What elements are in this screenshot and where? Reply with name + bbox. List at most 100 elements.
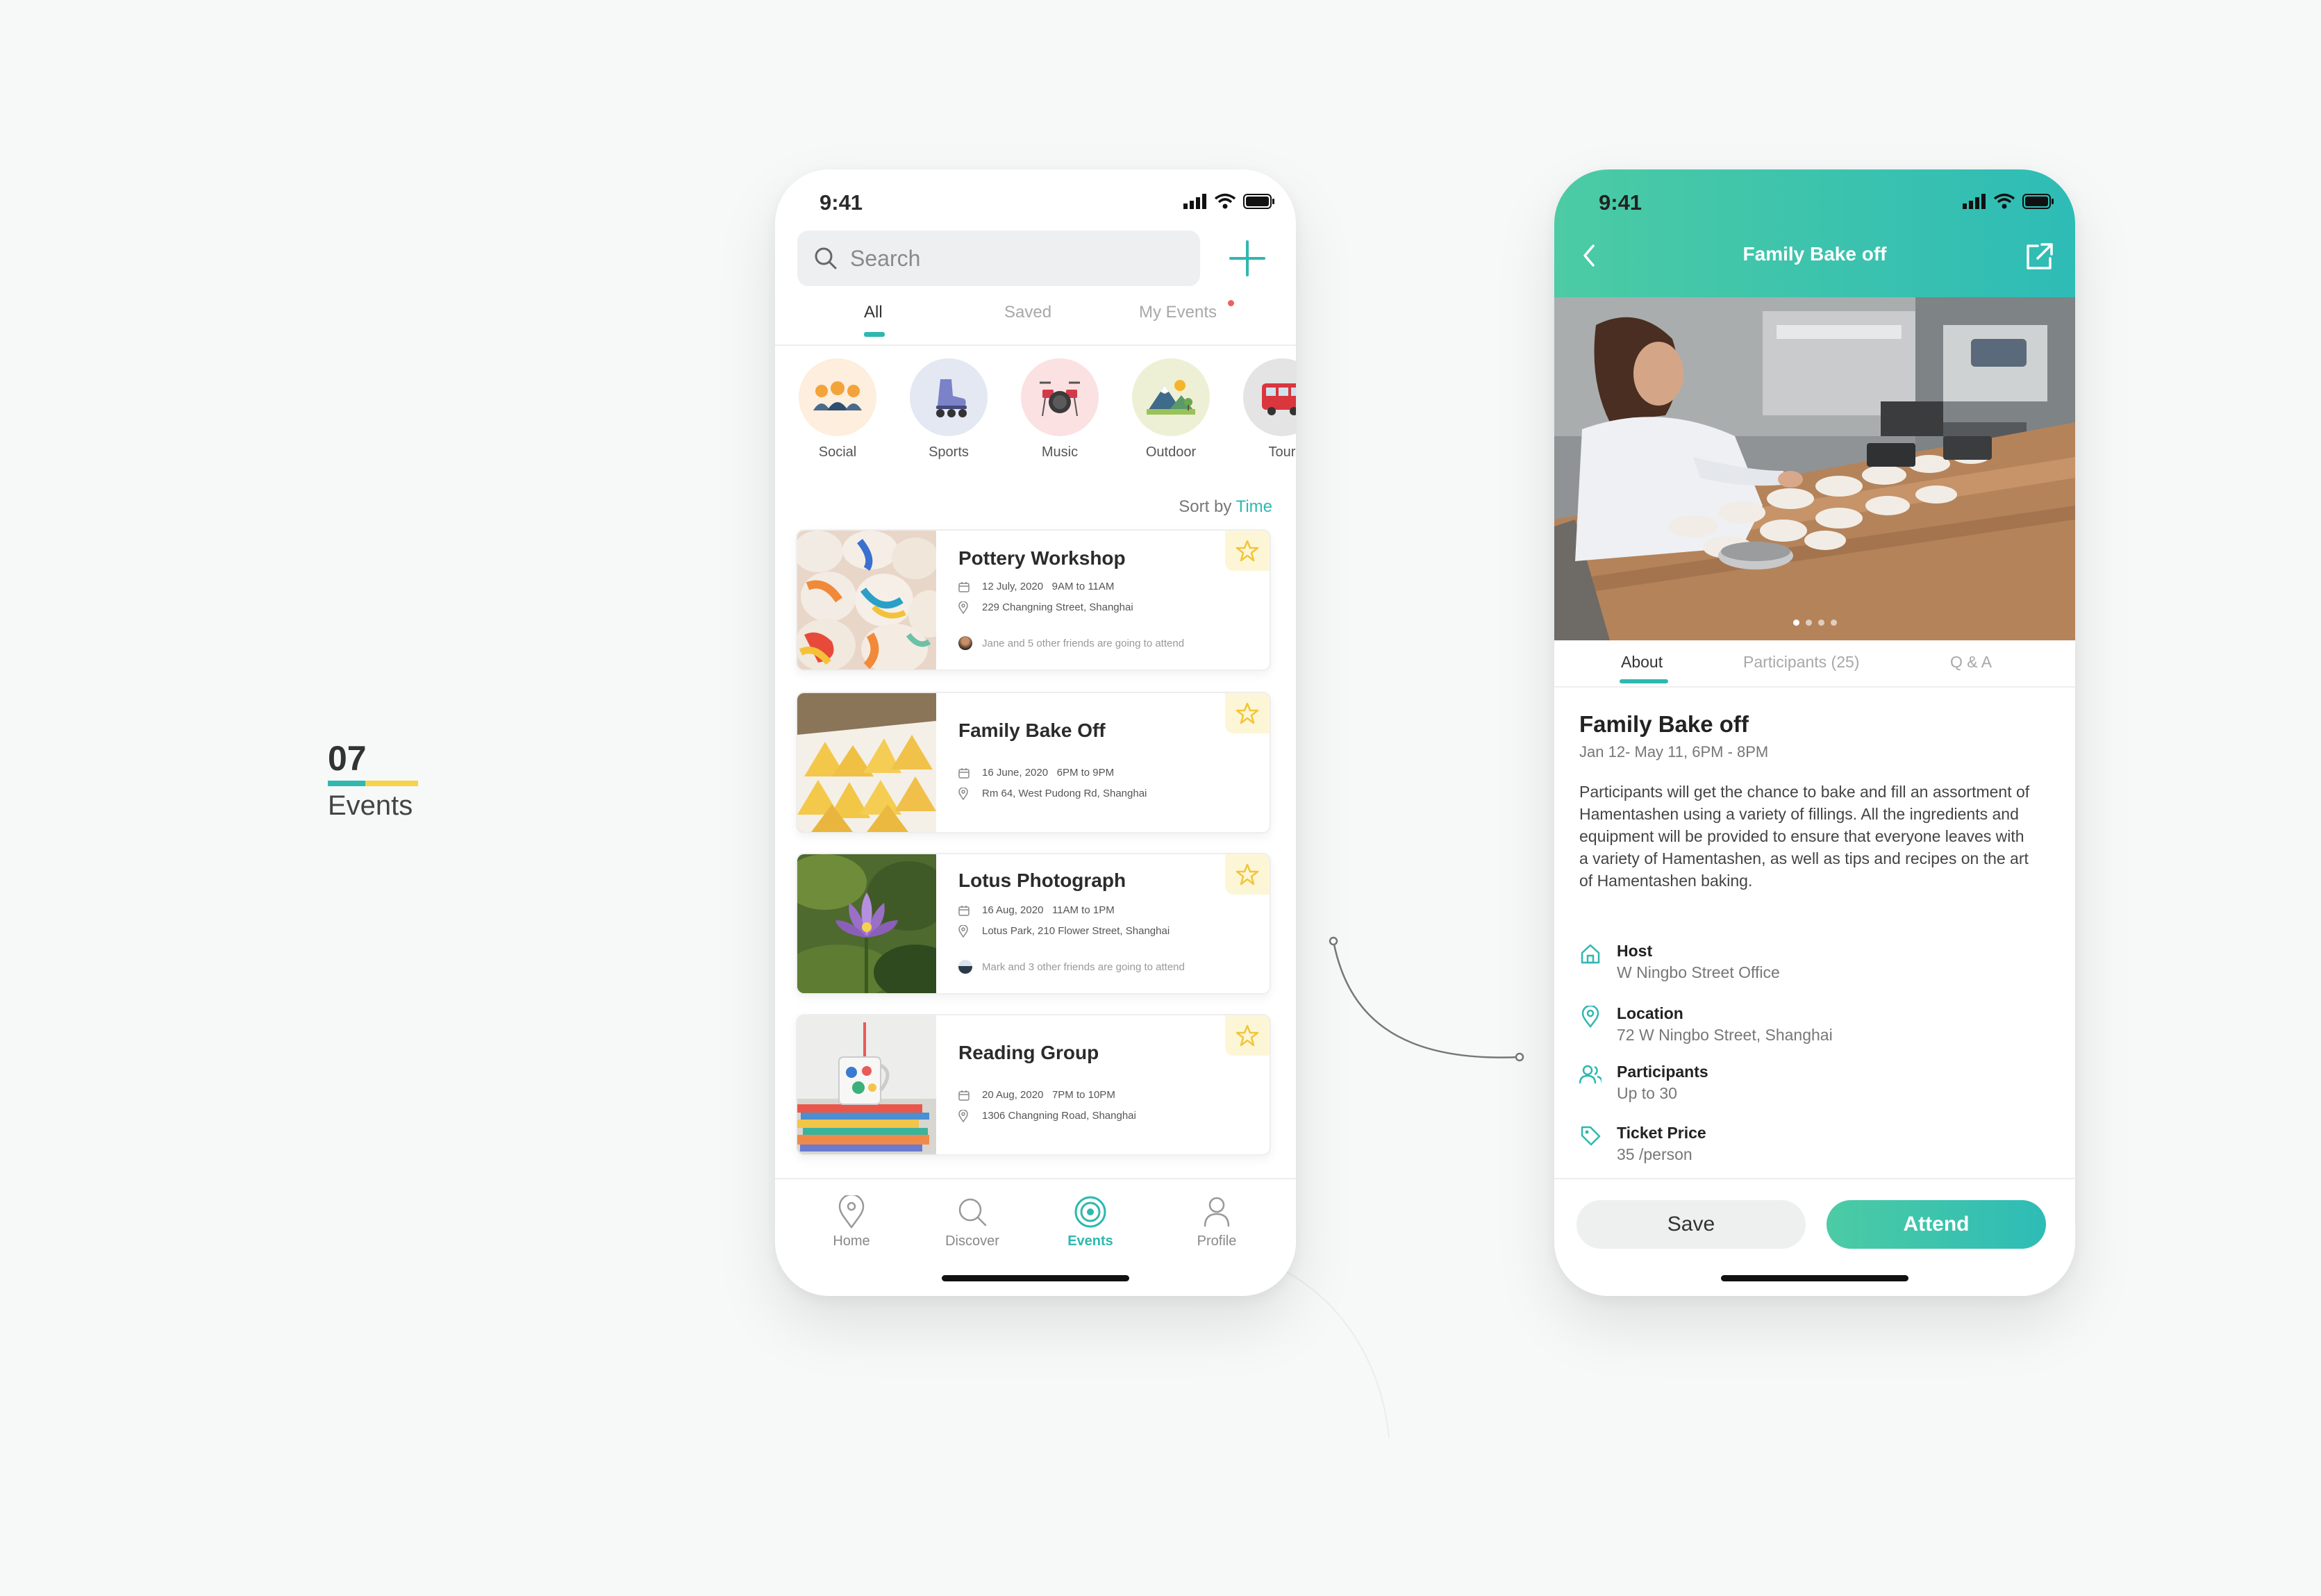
event-address: 1306 Changning Road, Shanghai [958,1109,1136,1122]
bus-icon [1243,358,1296,436]
category-outdoor[interactable]: Outdoor [1129,358,1213,460]
save-button[interactable]: Save [1577,1200,1806,1249]
plus-icon [1229,240,1265,276]
search-icon [814,247,838,270]
event-date-time: 20 Aug, 2020 7PM to 10PM [958,1089,1115,1101]
tab-participants[interactable]: Participants (25) [1743,653,1859,672]
event-date-time: 16 June, 2020 6PM to 9PM [958,767,1114,779]
search-input[interactable] [849,244,1171,272]
save-star-button[interactable] [1225,693,1270,733]
active-tab-indicator [1620,679,1668,683]
calendar-icon [958,905,972,916]
tab-all[interactable]: All [864,303,883,322]
notification-dot [1228,300,1234,306]
section-number: 07 [328,739,367,778]
event-card[interactable]: Reading Group 20 Aug, 2020 7PM to 10PM 1… [796,1014,1271,1156]
status-time: 9:41 [1599,190,1642,215]
save-star-button[interactable] [1225,531,1270,571]
star-icon [1236,863,1259,886]
signal-icon [1183,194,1206,209]
section-label: 07 Events [328,739,418,822]
location-pin-icon [958,1109,972,1122]
event-card[interactable]: Lotus Photograph 16 Aug, 2020 11AM to 1P… [796,853,1271,995]
battery-icon [1243,194,1274,209]
event-title: Reading Group [958,1042,1099,1063]
bakery-hero-image [1554,297,2075,640]
pottery-image [797,531,936,670]
event-filter-tabs: All Saved My Events [775,300,1296,346]
nav-home[interactable]: Home [803,1193,900,1249]
event-date: Jan 12- May 11, 6PM - 8PM [1579,743,1769,760]
section-color-bars [328,781,418,786]
event-date-time: 12 July, 2020 9AM to 11AM [958,581,1114,592]
event-title: Family Bake off [1579,711,1749,737]
roller-skate-icon [910,358,988,436]
add-event-button[interactable] [1225,236,1270,281]
category-tour[interactable]: Tour [1240,358,1296,460]
category-social[interactable]: Social [796,358,879,460]
sort-by-control[interactable]: Sort by Time [1179,497,1272,517]
target-icon [1042,1193,1139,1231]
calendar-icon [958,581,972,592]
nav-discover[interactable]: Discover [924,1193,1021,1249]
mountain-landscape-icon [1132,358,1210,436]
event-detail-screen: 9:41 Family Bake off About Participants … [1554,169,2075,1296]
avatar [958,636,972,650]
tab-my-events[interactable]: My Events [1139,303,1217,322]
nav-profile[interactable]: Profile [1168,1193,1265,1249]
event-title: Lotus Photograph [958,870,1126,891]
status-bar: 9:41 [775,169,1296,232]
event-address: Rm 64, West Pudong Rd, Shanghai [958,787,1147,800]
event-title: Family Bake Off [958,720,1106,741]
nav-events[interactable]: Events [1042,1193,1139,1249]
people-icon [1579,1063,1602,1103]
search-field[interactable] [797,231,1200,286]
section-name: Events [328,790,413,821]
avatar [958,960,972,974]
detail-header: 9:41 Family Bake off [1554,169,2075,297]
event-title: Pottery Workshop [958,547,1126,569]
calendar-icon [958,767,972,779]
sort-by-value[interactable]: Time [1236,497,1272,516]
home-indicator[interactable] [1721,1275,1908,1281]
tab-qa[interactable]: Q & A [1950,653,1992,672]
category-sports[interactable]: Sports [907,358,990,460]
info-host: Host W Ningbo Street Office [1579,942,1780,982]
detail-tabs: About Participants (25) Q & A [1554,640,2075,688]
tab-about[interactable]: About [1621,653,1663,672]
info-location: Location 72 W Ningbo Street, Shanghai [1579,1004,1833,1045]
star-icon [1236,702,1259,724]
lotus-flower-image [797,854,936,993]
price-tag-icon [1579,1124,1602,1164]
active-tab-indicator [864,332,885,337]
category-music[interactable]: Music [1018,358,1101,460]
baked-pastry-image [797,693,936,832]
friends-attending: Mark and 3 other friends are going to at… [958,960,1185,974]
battery-icon [2022,194,2054,209]
category-carousel: Social Sports Music Outdoor Tour [796,358,1296,463]
drum-kit-icon [1021,358,1099,436]
event-card[interactable]: Family Bake Off 16 June, 2020 6PM to 9PM… [796,692,1271,833]
carousel-indicator[interactable] [1554,620,2075,626]
save-star-button[interactable] [1225,854,1270,895]
share-external-icon [2027,243,2053,269]
bottom-navigation: Home Discover Events Profile [775,1178,1296,1296]
flow-connector [1329,936,1524,1062]
event-card[interactable]: Pottery Workshop 12 July, 2020 9AM to 11… [796,529,1271,671]
tab-saved[interactable]: Saved [1004,303,1051,322]
status-time: 9:41 [820,190,863,215]
event-description: Participants will get the chance to bake… [1579,783,2030,890]
wifi-icon [1993,193,2015,209]
share-button[interactable] [2024,242,2054,272]
people-group-icon [799,358,876,436]
location-pin-icon [958,787,972,800]
decorative-arc [1284,1270,1390,1438]
save-star-button[interactable] [1225,1015,1270,1056]
attend-button[interactable]: Attend [1827,1200,2046,1249]
home-indicator[interactable] [942,1275,1129,1281]
info-ticket-price: Ticket Price 35 /person [1579,1124,1706,1164]
friends-attending: Jane and 5 other friends are going to at… [958,636,1184,650]
event-date-time: 16 Aug, 2020 11AM to 1PM [958,904,1115,916]
action-bar: Save Attend [1554,1178,2075,1296]
info-participants: Participants Up to 30 [1579,1063,1708,1103]
